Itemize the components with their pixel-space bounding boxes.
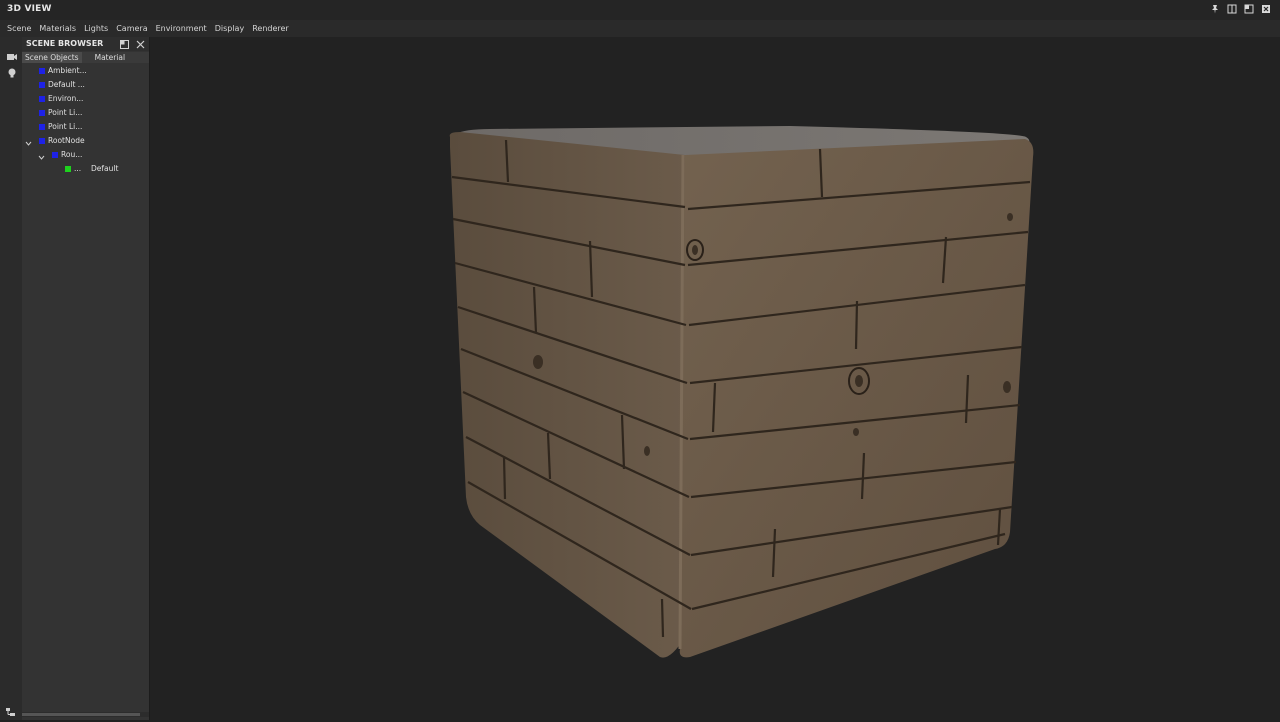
tree-item-label: Default ... (48, 80, 85, 89)
tree-item-environment[interactable]: Environ... (22, 92, 149, 106)
tree-item-point-light-1[interactable]: Point Li... (22, 106, 149, 120)
menu-lights[interactable]: Lights (80, 20, 112, 37)
menu-camera[interactable]: Camera (112, 20, 151, 37)
panel-header: SCENE BROWSER (22, 37, 149, 51)
tree-item-label: Rou... (61, 150, 83, 159)
app-window: 3D VIEW Scene Materials Lights Camera En… (0, 0, 1280, 720)
close-icon[interactable] (1260, 3, 1272, 15)
node-color-indicator (39, 82, 45, 88)
lightbulb-icon[interactable] (5, 66, 18, 79)
node-color-indicator (39, 124, 45, 130)
node-color-indicator (39, 96, 45, 102)
menu-environment[interactable]: Environment (152, 20, 211, 37)
tree-item-label: Environ... (48, 94, 84, 103)
tree-item-label: Point Li... (48, 108, 83, 117)
tree-item-label: RootNode (48, 136, 85, 145)
tab-scene-objects[interactable]: Scene Objects (22, 52, 82, 63)
wooden-crate-render (449, 126, 1034, 658)
pin-icon[interactable] (1209, 3, 1221, 15)
crate-right-face (679, 139, 1034, 658)
tree-item-default[interactable]: Default ... (22, 78, 149, 92)
node-color-indicator (39, 138, 45, 144)
window-title: 3D VIEW (7, 4, 52, 14)
chevron-down-icon[interactable] (38, 152, 45, 160)
node-color-indicator (39, 110, 45, 116)
maximize-icon[interactable] (119, 39, 129, 49)
menu-display[interactable]: Display (211, 20, 249, 37)
chevron-down-icon[interactable] (25, 138, 32, 146)
tree-item-mesh[interactable]: ... Default (22, 162, 149, 176)
tab-material[interactable]: Material (92, 52, 128, 63)
scrollbar-thumb[interactable] (22, 713, 140, 716)
title-bar: 3D VIEW (0, 0, 1280, 21)
hierarchy-icon[interactable] (5, 703, 17, 716)
tree-item-material: Default (91, 164, 119, 173)
panel-title: SCENE BROWSER (26, 39, 104, 48)
node-color-indicator (39, 68, 45, 74)
menu-bar: Scene Materials Lights Camera Environmen… (0, 20, 1280, 37)
tree-item-rootnode[interactable]: RootNode (22, 134, 149, 148)
tree-item-label: ... (74, 164, 82, 173)
scene-browser-panel: SCENE BROWSER Scene Objects Material Amb… (22, 37, 150, 720)
horizontal-scrollbar[interactable] (22, 712, 149, 717)
tile-icon[interactable] (1226, 3, 1238, 15)
3d-viewport[interactable] (150, 37, 1280, 720)
menu-scene[interactable]: Scene (0, 20, 35, 37)
menu-materials[interactable]: Materials (35, 20, 80, 37)
panel-header-buttons (119, 39, 145, 49)
close-icon[interactable] (135, 39, 145, 49)
maximize-icon[interactable] (1243, 3, 1255, 15)
tool-strip (0, 37, 23, 720)
tree-item-label: Point Li... (48, 122, 83, 131)
tree-item-rou[interactable]: Rou... (22, 148, 149, 162)
scene-tree: Ambient... Default ... Environ... Point … (22, 64, 149, 176)
crate-left-face (449, 132, 685, 658)
tree-item-point-light-2[interactable]: Point Li... (22, 120, 149, 134)
camera-icon[interactable] (5, 50, 18, 63)
menu-renderer[interactable]: Renderer (248, 20, 293, 37)
window-controls (1209, 3, 1272, 15)
panel-tabs: Scene Objects Material (22, 52, 149, 63)
node-color-indicator (52, 152, 58, 158)
tree-item-label: Ambient... (48, 66, 87, 75)
node-color-indicator (65, 166, 71, 172)
tree-item-ambient[interactable]: Ambient... (22, 64, 149, 78)
